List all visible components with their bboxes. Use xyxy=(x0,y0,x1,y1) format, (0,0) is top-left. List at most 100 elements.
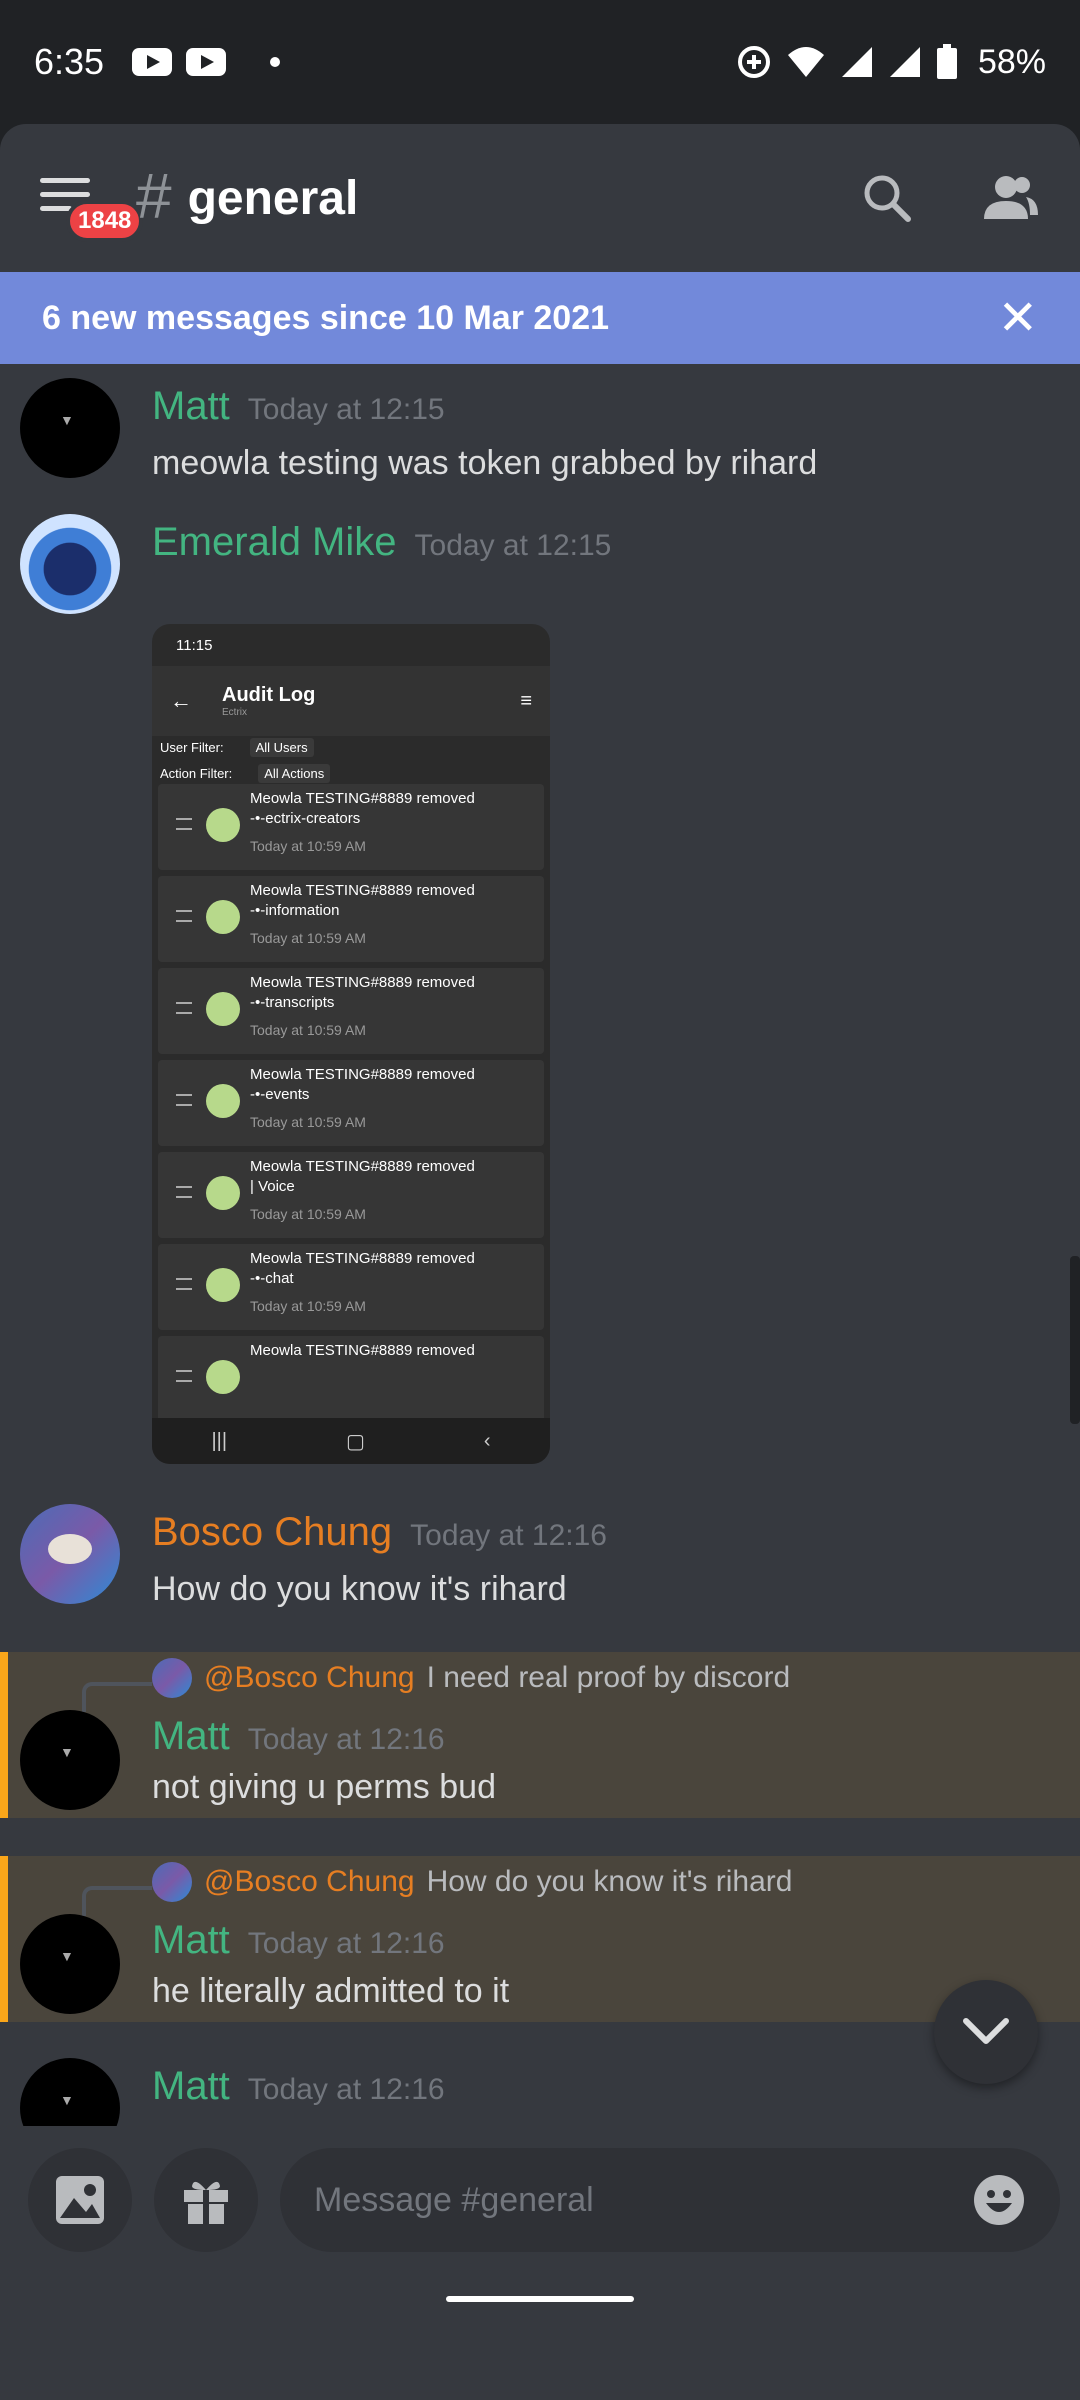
notification-dot-icon xyxy=(270,57,281,67)
audit-icon xyxy=(176,910,192,922)
avatar[interactable] xyxy=(20,1914,120,2014)
locked-channel-icon: # xyxy=(136,160,172,232)
youtube-icon xyxy=(186,48,227,76)
timestamp: Today at 12:15 xyxy=(414,529,612,562)
scrollbar[interactable] xyxy=(1070,1256,1080,1424)
message-input[interactable]: Message #general xyxy=(280,2148,1060,2252)
battery-icon xyxy=(936,44,957,79)
avatar[interactable] xyxy=(20,514,120,614)
avatar[interactable] xyxy=(20,2058,120,2126)
message-text: How do you know it's rihard xyxy=(152,1570,567,1608)
avatar[interactable] xyxy=(20,1504,120,1604)
audit-icon xyxy=(176,1002,192,1014)
audit-icon xyxy=(176,1278,192,1290)
new-messages-text: 6 new messages since 10 Mar 2021 xyxy=(42,298,610,337)
status-bar: 6:35 58% xyxy=(0,0,1080,124)
close-icon[interactable]: ✕ xyxy=(998,290,1038,346)
menu-button[interactable]: 1848 xyxy=(40,174,144,242)
audit-icon xyxy=(176,1094,192,1106)
filter-label: Action Filter: xyxy=(160,765,233,781)
avatar[interactable] xyxy=(20,378,120,478)
username[interactable]: Matt xyxy=(152,384,230,428)
members-icon[interactable] xyxy=(982,173,1040,223)
audit-line: Meowla TESTING#8889 removed xyxy=(250,974,475,991)
audit-line: Meowla TESTING#8889 removed xyxy=(250,882,475,899)
audit-line: Meowla TESTING#8889 removed xyxy=(250,1342,475,1359)
android-nav-bar: ||| ▢ ‹ xyxy=(152,1418,550,1464)
audit-icon xyxy=(176,1370,192,1382)
timestamp: Today at 12:16 xyxy=(410,1519,607,1552)
search-icon[interactable] xyxy=(862,173,912,223)
attachment-title: Audit Log xyxy=(222,684,316,706)
message-text: not giving u perms bud xyxy=(152,1768,496,1806)
message: Bosco Chung Today at 12:16 How do you kno… xyxy=(0,1490,1080,1620)
emoji-icon[interactable] xyxy=(972,2173,1026,2227)
audit-entry: Meowla TESTING#8889 removed | Voice Today … xyxy=(158,1152,544,1238)
audit-entry: Meowla TESTING#8889 removed xyxy=(158,1336,544,1422)
channel-header: 1848 # general xyxy=(0,124,1080,272)
filter-chip: All Users xyxy=(249,737,314,757)
avatar[interactable] xyxy=(20,1710,120,1810)
reply-mention[interactable]: @Bosco Chung xyxy=(204,1661,415,1695)
new-messages-banner[interactable]: 6 new messages since 10 Mar 2021 ✕ xyxy=(0,272,1080,364)
reply-mention[interactable]: @Bosco Chung xyxy=(204,1865,415,1899)
username[interactable]: Matt xyxy=(152,1918,230,1962)
audit-line: Meowla TESTING#8889 removed xyxy=(250,1066,475,1083)
username[interactable]: Bosco Chung xyxy=(152,1510,392,1554)
audit-time: Today at 10:59 AM xyxy=(250,1114,366,1130)
reply-text: How do you know it's rihard xyxy=(426,1865,793,1898)
jump-to-present-button[interactable] xyxy=(934,1980,1038,2084)
message: Emerald Mike Today at 12:15 11:15 ← Audit… xyxy=(0,500,1080,1610)
image-attachment[interactable]: 11:15 ← Audit Log Ectrix ≡ User Filter: A… xyxy=(152,624,550,1464)
audit-line: -•-ectrix-creators xyxy=(250,810,361,827)
back-icon: ‹ xyxy=(483,1429,491,1452)
recents-icon: ||| xyxy=(211,1429,228,1452)
avatar xyxy=(152,1658,192,1698)
channel-title: general xyxy=(187,171,359,225)
audit-line: Meowla TESTING#8889 removed xyxy=(250,1158,475,1175)
gift-icon xyxy=(184,2181,228,2224)
battery-percent: 58% xyxy=(977,42,1046,81)
audit-time: Today at 10:59 AM xyxy=(250,1206,366,1222)
username[interactable]: Matt xyxy=(152,1714,230,1758)
audit-line: -•-chat xyxy=(250,1270,294,1287)
username[interactable]: Emerald Mike xyxy=(152,520,397,564)
signal-icon xyxy=(841,47,872,77)
audit-icon xyxy=(176,818,192,830)
youtube-icon xyxy=(132,48,173,76)
gift-button[interactable] xyxy=(154,2148,258,2252)
timestamp: Today at 12:15 xyxy=(247,393,445,426)
avatar xyxy=(152,1862,192,1902)
filter-chip: All Actions xyxy=(258,763,331,783)
signal-icon xyxy=(889,47,920,77)
message-list[interactable]: Matt Today at 12:15 meowla testing was to… xyxy=(0,364,1080,2126)
audit-line: -•-transcripts xyxy=(250,994,335,1011)
attachment-status-time: 11:15 xyxy=(176,636,213,654)
audit-time: Today at 10:59 AM xyxy=(250,1022,366,1038)
reply-preview[interactable]: @Bosco Chung How do you know it's rihard xyxy=(152,1862,792,1902)
avatar xyxy=(206,1268,240,1302)
audit-icon xyxy=(176,1186,192,1198)
audit-entry: Meowla TESTING#8889 removed -•-ectrix-cre… xyxy=(158,784,544,870)
audit-entry: Meowla TESTING#8889 removed -•-informatio… xyxy=(158,876,544,962)
attach-image-button[interactable] xyxy=(28,2148,132,2252)
highlighted-message: @Bosco Chung I need real proof by discor… xyxy=(0,1652,1080,1818)
avatar xyxy=(206,1176,240,1210)
chevron-down-icon xyxy=(963,2018,1009,2044)
gesture-home-bar[interactable] xyxy=(446,2296,634,2302)
message: Matt Today at 12:16 xyxy=(0,2044,1080,2126)
image-icon xyxy=(56,2176,104,2224)
username[interactable]: Matt xyxy=(152,2064,230,2108)
audit-line: Meowla TESTING#8889 removed xyxy=(250,1250,475,1267)
filter-icon: ≡ xyxy=(520,689,532,712)
reply-preview[interactable]: @Bosco Chung I need real proof by discor… xyxy=(152,1658,790,1698)
audit-time: Today at 10:59 AM xyxy=(250,838,366,854)
audit-entry: Meowla TESTING#8889 removed -•-events Toda… xyxy=(158,1060,544,1146)
home-icon: ▢ xyxy=(346,1430,365,1453)
back-arrow-icon: ← xyxy=(170,688,192,713)
audit-entry: Meowla TESTING#8889 removed -•-transcript… xyxy=(158,968,544,1054)
attachment-subtitle: Ectrix xyxy=(222,707,247,718)
composer-bar: Message #general xyxy=(0,2126,1080,2400)
avatar xyxy=(206,1360,240,1394)
audit-time: Today at 10:59 AM xyxy=(250,930,366,946)
